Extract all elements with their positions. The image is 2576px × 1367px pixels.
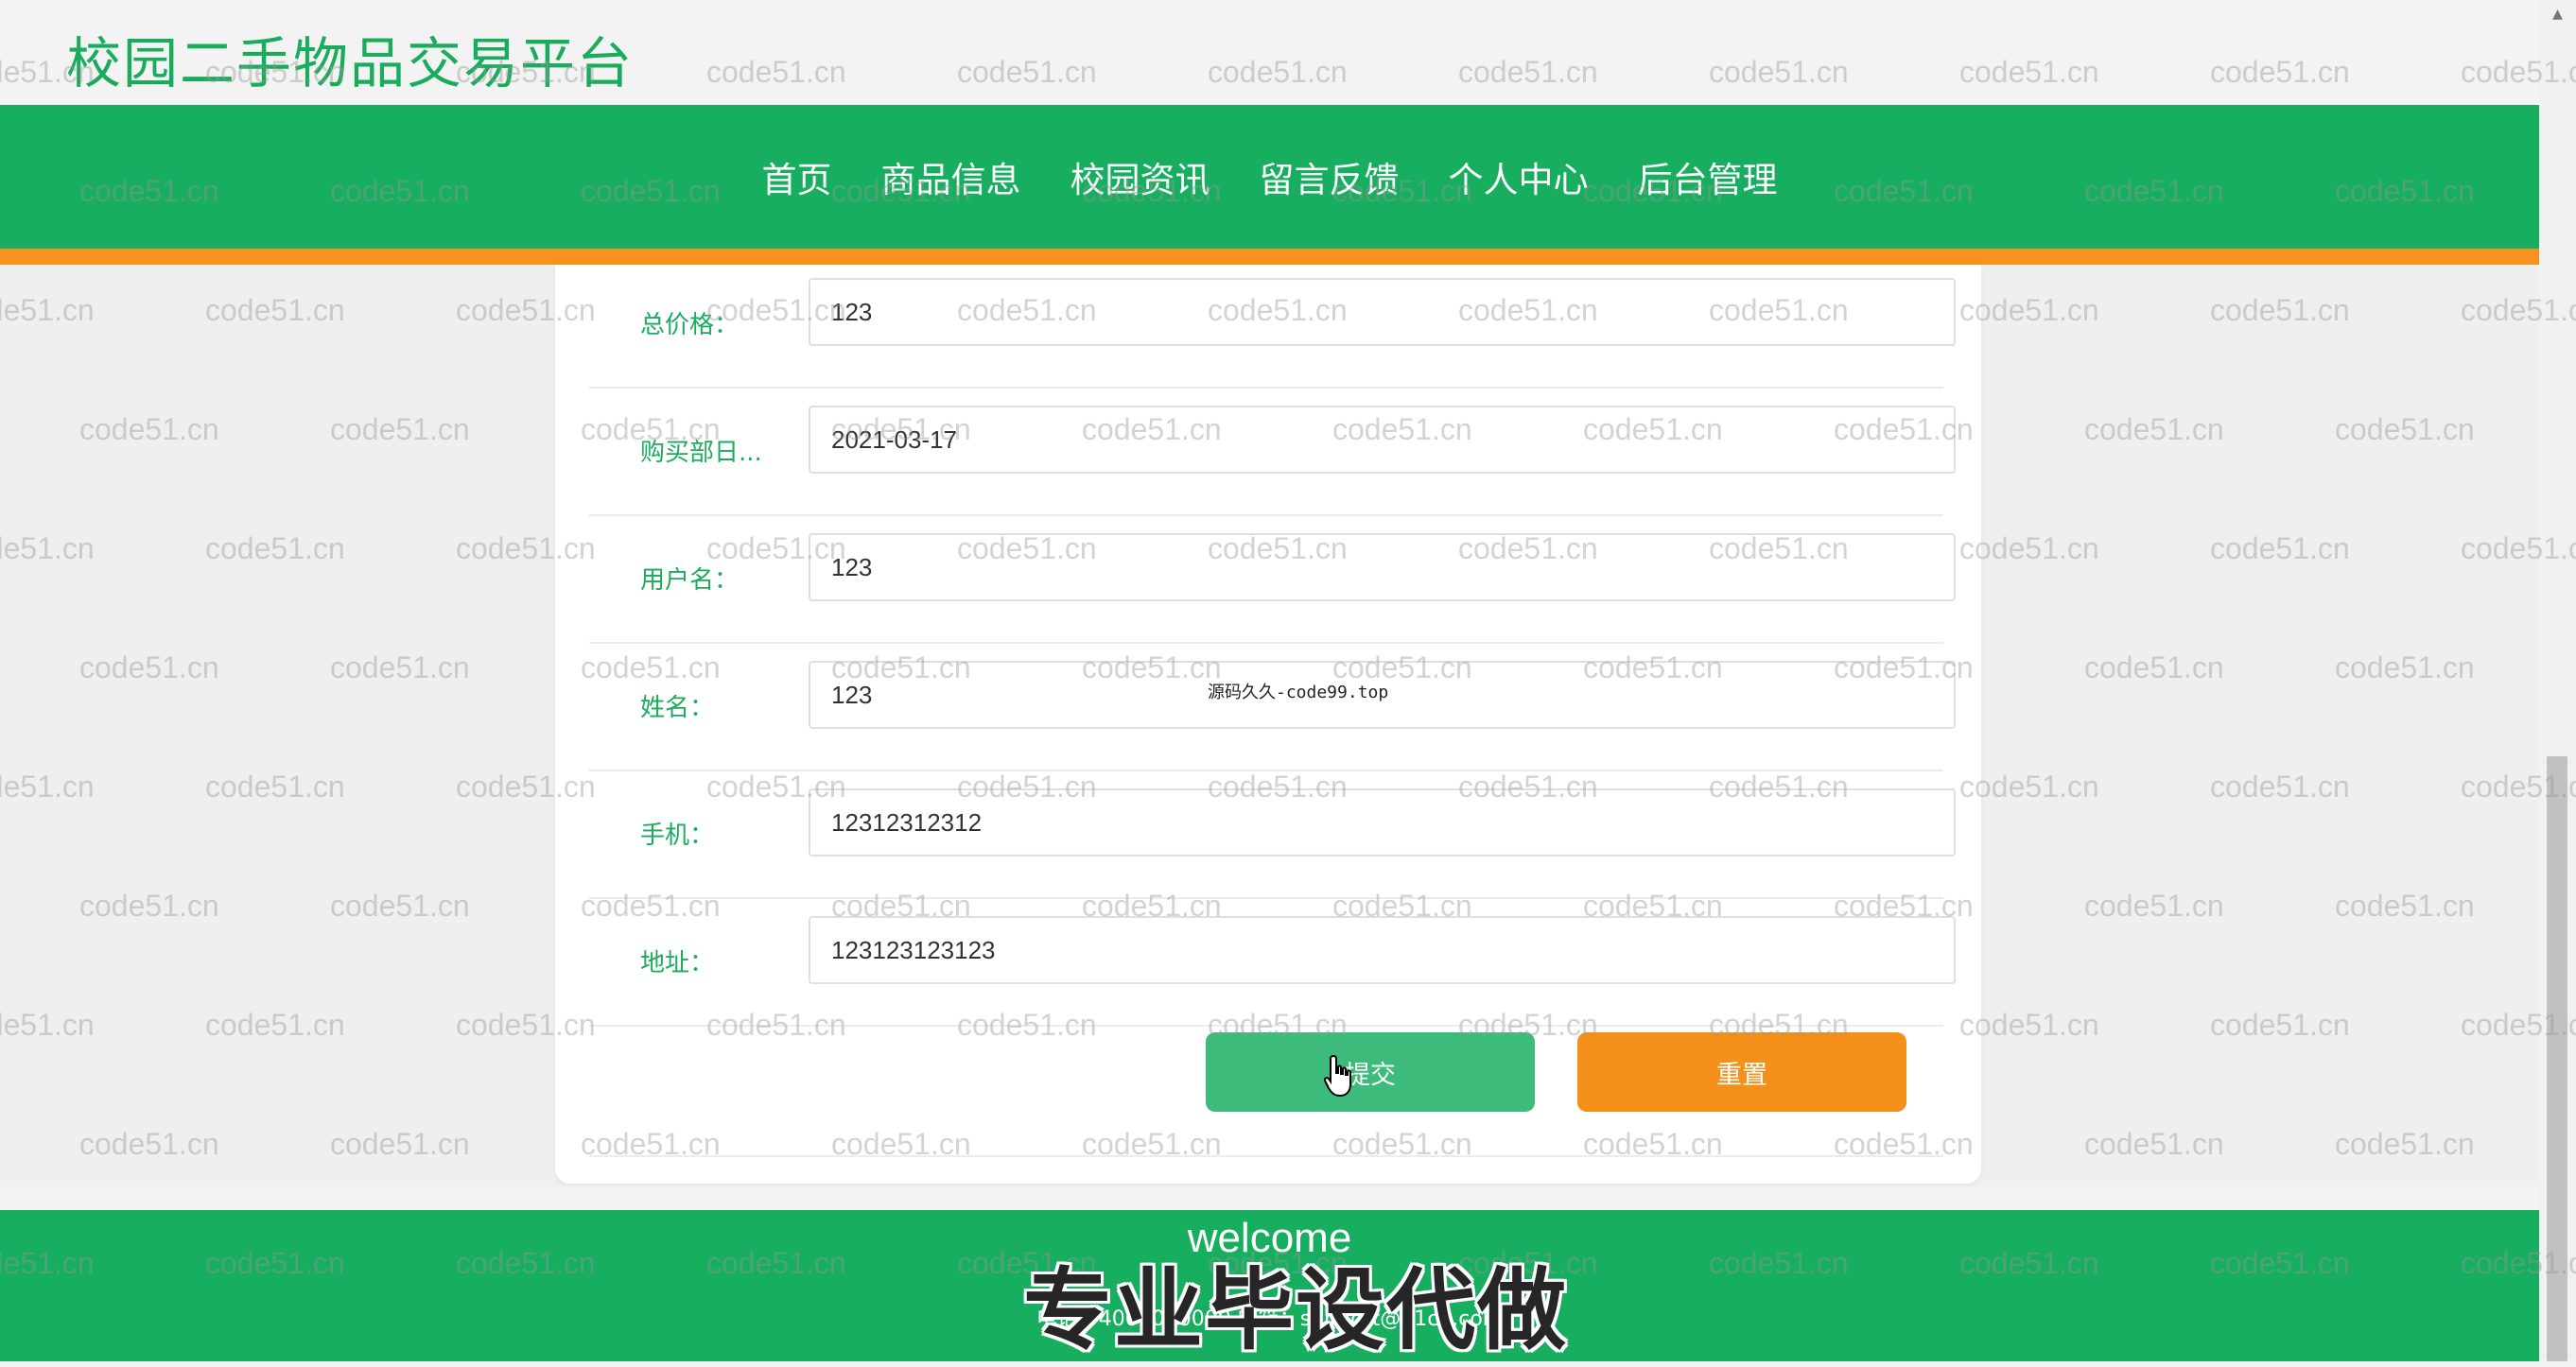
form-row-phone: 手机： <box>589 770 1956 899</box>
form-row-name: 姓名： <box>589 642 1956 771</box>
watermark-text: code51.cn <box>1709 55 1849 89</box>
phone-input[interactable] <box>809 788 1956 857</box>
watermark-text: code51.cn <box>1458 55 1598 89</box>
form-row-total-price: 总价格： <box>589 259 1956 389</box>
phone-label: 手机： <box>640 822 715 850</box>
total-price-input[interactable] <box>809 278 1956 346</box>
nav-item-feedback[interactable]: 留言反馈 <box>1260 151 1400 202</box>
form-row-purchase-date: 购买部日... <box>589 387 1956 516</box>
promo-overlay-text: 专业毕设代做 <box>1023 1259 1569 1362</box>
purchase-date-label: 购买部日... <box>640 439 762 467</box>
address-input[interactable] <box>809 916 1956 984</box>
watermark-text: code51.cn <box>1208 55 1348 89</box>
total-price-label: 总价格： <box>640 311 740 339</box>
submit-button[interactable]: 提交 <box>1206 1032 1535 1112</box>
purchase-date-input[interactable] <box>809 406 1956 474</box>
form-row-username: 用户名： <box>589 514 1956 644</box>
nav-item-home[interactable]: 首页 <box>762 151 832 202</box>
hand-pointer-icon <box>1323 1054 1356 1101</box>
watermark-text: code51.cn <box>957 55 1097 89</box>
scroll-thumb[interactable] <box>2547 756 2567 1361</box>
watermark-text: code51.cn <box>706 55 846 89</box>
name-label: 姓名： <box>640 694 715 722</box>
username-input[interactable] <box>809 533 1956 601</box>
reset-button[interactable]: 重置 <box>1577 1032 1906 1112</box>
page-scrollbar[interactable]: ▲ <box>2539 0 2576 1361</box>
site-title: 校园二手物品交易平台 <box>66 31 635 95</box>
username-label: 用户名： <box>640 566 740 595</box>
watermark-text: code51.cn <box>1959 55 2099 89</box>
source-note: 源码久久-code99.top <box>1208 683 1389 702</box>
watermark-text: code51.cn <box>2210 55 2350 89</box>
nav-item-news[interactable]: 校园资讯 <box>1070 151 1210 202</box>
nav-item-products[interactable]: 商品信息 <box>881 151 1021 202</box>
nav-item-admin[interactable]: 后台管理 <box>1638 151 1778 202</box>
address-label: 地址： <box>640 949 715 978</box>
form-row-address: 地址： <box>589 897 1956 1027</box>
order-form-card: 总价格： 购买部日... 用户名： 姓名： 手机： 地址： 提交 重置 <box>555 265 1981 1184</box>
main-navbar: 首页 商品信息 校园资讯 留言反馈 个人中心 后台管理 <box>0 105 2539 249</box>
chevron-up-icon[interactable]: ▲ <box>2539 0 2576 28</box>
nav-item-profile[interactable]: 个人中心 <box>1449 151 1589 202</box>
